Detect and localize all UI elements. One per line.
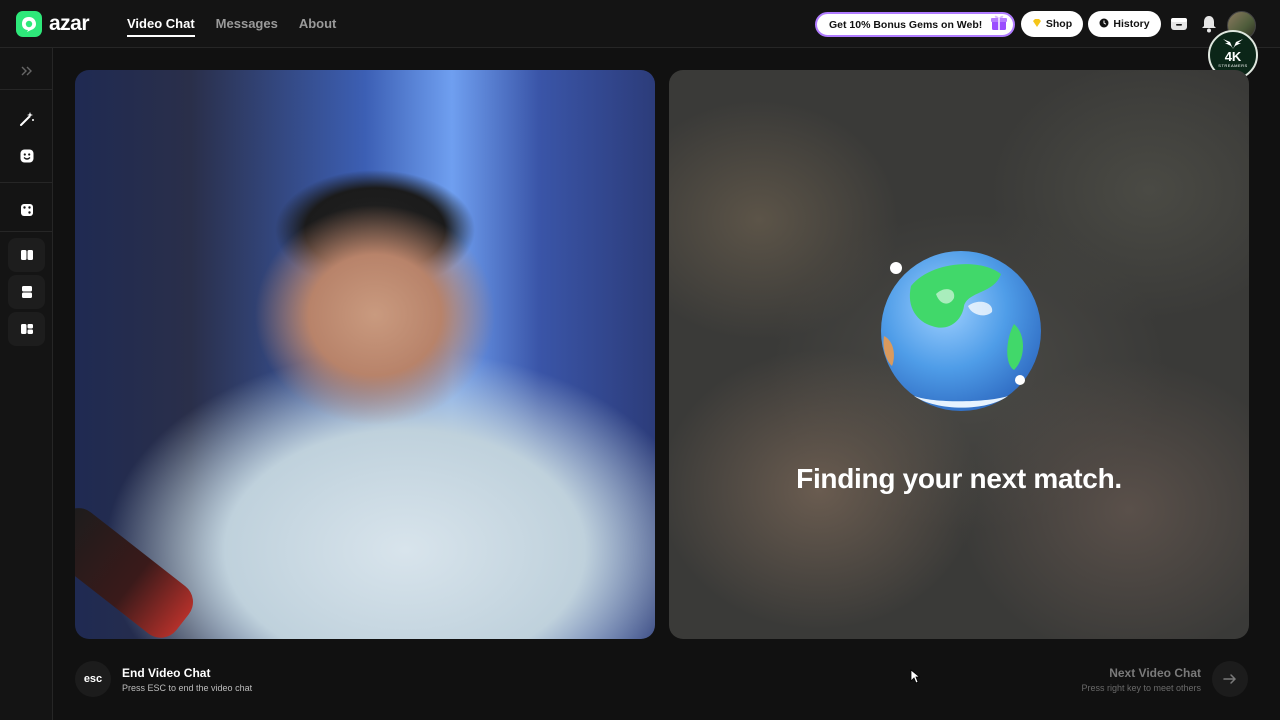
history-button[interactable]: History <box>1088 11 1161 37</box>
top-bar: azar Video Chat Messages About Get 10% B… <box>0 0 1280 48</box>
inbox-icon[interactable] <box>1169 14 1189 34</box>
left-sidebar <box>0 48 53 720</box>
layout-stacked-icon[interactable] <box>8 275 45 309</box>
azar-logo[interactable]: azar <box>16 11 90 37</box>
dice-icon[interactable] <box>8 193 45 227</box>
badge-subtitle: STREAMERS <box>1218 62 1248 68</box>
end-video-chat-hint: Press ESC to end the video chat <box>122 683 253 693</box>
next-video-chat-hint: Press right key to meet others <box>1081 683 1201 693</box>
nav-about[interactable]: About <box>299 0 337 48</box>
sidebar-divider <box>0 231 53 232</box>
mouse-cursor-icon <box>910 669 921 689</box>
nav-video-chat[interactable]: Video Chat <box>127 0 195 48</box>
magic-wand-icon[interactable] <box>8 102 45 136</box>
sidebar-divider <box>0 182 53 183</box>
shop-button[interactable]: Shop <box>1021 11 1083 37</box>
bell-icon[interactable] <box>1199 14 1219 34</box>
face-sticker-icon[interactable] <box>8 139 45 173</box>
end-video-chat-title: End Video Chat <box>122 666 211 680</box>
clock-icon <box>1099 18 1109 31</box>
bonus-gems-promo-button[interactable]: Get 10% Bonus Gems on Web! <box>815 12 1015 37</box>
local-camera-video <box>75 70 655 639</box>
azar-logo-icon <box>16 11 42 37</box>
gem-icon <box>1032 18 1042 31</box>
main-nav: Video Chat Messages About <box>127 0 336 48</box>
gift-icon <box>990 13 1008 36</box>
next-video-chat-title: Next Video Chat <box>1109 666 1201 680</box>
microphone-image <box>75 500 202 639</box>
layout-grid-icon[interactable] <box>8 312 45 346</box>
arrow-right-icon <box>1223 674 1237 684</box>
eagle-icon <box>1223 39 1243 49</box>
sidebar-divider <box>0 89 53 90</box>
promo-text: Get 10% Bonus Gems on Web! <box>829 18 983 31</box>
shop-label: Shop <box>1045 18 1073 30</box>
layout-side-by-side-icon[interactable] <box>8 238 45 272</box>
brand-name: azar <box>49 12 90 35</box>
expand-chevrons-icon[interactable] <box>8 54 45 88</box>
history-label: History <box>1113 18 1150 30</box>
badge-title: 4K <box>1224 48 1242 64</box>
next-video-chat-button[interactable] <box>1212 661 1248 697</box>
nav-messages[interactable]: Messages <box>216 0 278 48</box>
globe-icon <box>876 246 1046 416</box>
finding-match-status: Finding your next match. <box>796 463 1122 494</box>
match-search-panel: Finding your next match. <box>669 70 1249 639</box>
end-video-chat-button[interactable]: esc <box>75 661 111 697</box>
